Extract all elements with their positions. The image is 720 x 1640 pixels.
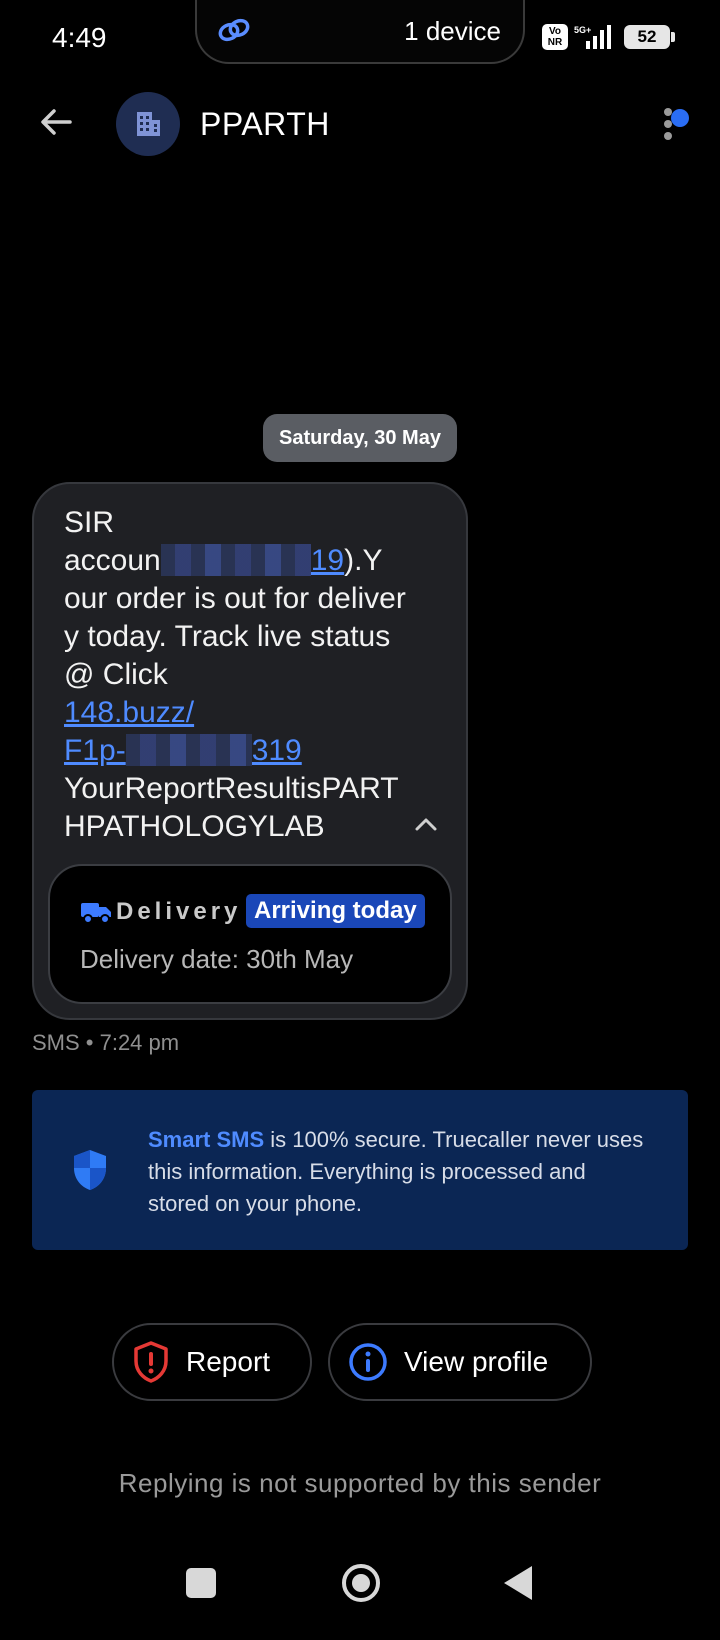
arriving-badge: Arriving today bbox=[246, 894, 425, 928]
message-meta: SMS • 7:24 pm bbox=[32, 1030, 180, 1055]
shield-icon bbox=[74, 1150, 106, 1190]
battery-icon: 52 bbox=[624, 25, 675, 49]
system-icons: Vo NR 5G+ 52 bbox=[542, 24, 675, 50]
redaction-block bbox=[125, 734, 252, 766]
message-account-suffix: ).Y bbox=[344, 544, 383, 577]
recents-icon[interactable] bbox=[186, 1568, 216, 1598]
reply-not-supported-note: Replying is not supported by this sender bbox=[118, 1468, 602, 1498]
banner-text: Smart SMS is 100% secure. Truecaller nev… bbox=[148, 1124, 648, 1220]
signal-icon: 5G+ bbox=[574, 25, 611, 49]
status-bar: 4:49 1 device Vo NR 5G+ 52 bbox=[0, 0, 720, 76]
back-arrow-icon[interactable] bbox=[36, 102, 76, 142]
delivery-card[interactable]: Delivery Arriving today Delivery date: 3… bbox=[48, 864, 452, 1004]
message-body: our order is out for delivery today. Tra… bbox=[64, 582, 406, 691]
redaction-block bbox=[160, 544, 311, 576]
date-chip: Saturday, 30 May bbox=[263, 414, 457, 462]
system-nav-bar bbox=[0, 1550, 720, 1640]
message-text: SIR accoun 19).Y our order is out for del… bbox=[64, 504, 414, 846]
tracking-link-part1[interactable]: 148.buzz/ bbox=[64, 696, 194, 729]
tracking-link-part2-tail[interactable]: 319 bbox=[252, 734, 302, 767]
dynamic-island[interactable]: 1 device bbox=[195, 0, 525, 64]
link-icon bbox=[218, 18, 250, 42]
report-icon bbox=[134, 1341, 168, 1383]
account-link[interactable]: 19 bbox=[311, 544, 344, 577]
report-label: Report bbox=[186, 1346, 271, 1377]
truck-icon bbox=[81, 903, 111, 924]
delivery-date: Delivery date: 30th May bbox=[80, 944, 354, 974]
building-icon bbox=[137, 112, 160, 136]
volte-icon: Vo NR bbox=[542, 24, 568, 50]
view-profile-button[interactable]: View profile bbox=[328, 1323, 592, 1401]
svg-text:5G+: 5G+ bbox=[574, 25, 591, 35]
message-closing: YourReportResultisPARTHPATHOLOGYLAB bbox=[64, 772, 399, 843]
message-bubble[interactable]: SIR accoun 19).Y our order is out for del… bbox=[32, 482, 468, 1020]
more-options-icon[interactable] bbox=[654, 96, 694, 152]
status-time: 4:49 bbox=[52, 22, 107, 53]
sender-name[interactable]: PPARTH bbox=[200, 106, 330, 143]
home-icon[interactable] bbox=[342, 1564, 380, 1602]
smart-sms-highlight: Smart SMS bbox=[148, 1127, 265, 1152]
report-button[interactable]: Report bbox=[112, 1323, 312, 1401]
message-line-greeting: SIR bbox=[64, 506, 115, 539]
device-count: 1 device bbox=[404, 16, 501, 46]
chevron-up-icon[interactable] bbox=[414, 816, 438, 832]
delivery-label: Delivery bbox=[116, 898, 242, 925]
app-bar: PPARTH bbox=[0, 88, 720, 160]
view-profile-label: View profile bbox=[404, 1346, 549, 1377]
info-icon bbox=[349, 1343, 387, 1381]
tracking-link-part2-prefix[interactable]: F1p- bbox=[64, 734, 126, 767]
nav-back-icon[interactable] bbox=[504, 1566, 532, 1600]
message-account-prefix: accoun bbox=[64, 544, 161, 577]
avatar[interactable] bbox=[116, 92, 180, 156]
smart-sms-banner: Smart SMS is 100% secure. Truecaller nev… bbox=[32, 1090, 688, 1250]
